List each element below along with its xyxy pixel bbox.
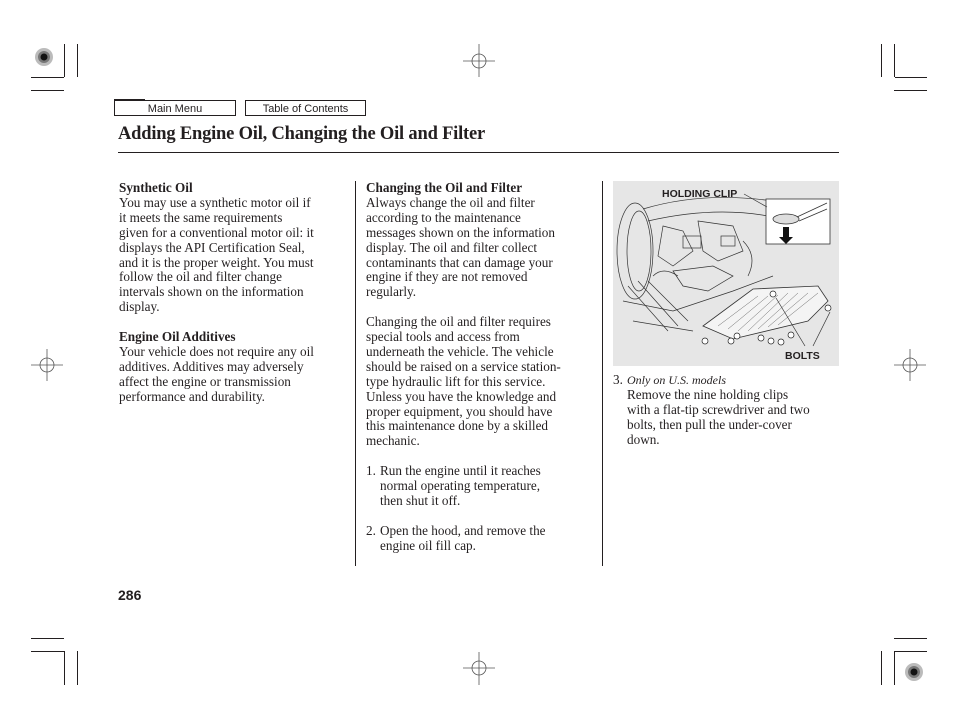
text-line: display. The oil and filter collect bbox=[366, 239, 538, 255]
text-line: affect the engine or transmission bbox=[119, 373, 291, 389]
page-title: Adding Engine Oil, Changing the Oil and … bbox=[118, 124, 486, 144]
title-rule bbox=[118, 152, 839, 153]
text-line: messages shown on the information bbox=[366, 224, 555, 240]
additives-paragraph: Your vehicle does not require any oil ad… bbox=[119, 343, 351, 405]
bolts-label: BOLTS bbox=[785, 350, 820, 362]
model-note: Only on U.S. models bbox=[627, 373, 726, 387]
text-line: given for a conventional motor oil: it bbox=[119, 224, 314, 240]
step-number: 1. bbox=[366, 463, 376, 479]
holding-clip-label: HOLDING CLIP bbox=[662, 188, 738, 200]
text-line: follow the oil and filter change bbox=[119, 269, 282, 285]
section-heading-synthetic-oil: Synthetic Oil bbox=[119, 180, 193, 195]
text-line: according to the maintenance bbox=[366, 209, 521, 225]
under-cover-panel bbox=[702, 285, 829, 340]
text-line: Changing the oil and filter requires bbox=[366, 314, 551, 330]
text-line: Open the hood, and remove the bbox=[380, 522, 546, 538]
text-line: with a flat-tip screwdriver and two bbox=[627, 401, 810, 417]
vehicle-underside-drawing bbox=[616, 193, 832, 347]
text-line: type hydraulic lift for this service. bbox=[366, 373, 546, 389]
column-3: 3. Only on U.S. models Remove the nine h… bbox=[613, 372, 843, 448]
text-line: and it is the proper weight. You must bbox=[119, 254, 314, 270]
under-cover-illustration: HOLDING CLIP BOLTS bbox=[613, 181, 839, 366]
step-number: 3. bbox=[613, 372, 623, 387]
section-heading-engine-oil-additives: Engine Oil Additives bbox=[119, 329, 236, 345]
text-line: contaminants that can damage your bbox=[366, 254, 553, 270]
text-line: Unless you have the knowledge and bbox=[366, 388, 557, 404]
text-line: it meets the same requirements bbox=[119, 209, 283, 225]
paragraph-1: Always change the oil and filter accordi… bbox=[366, 194, 600, 300]
text-line: special tools and access from bbox=[366, 329, 520, 345]
text-line: regularly. bbox=[366, 284, 417, 300]
text-line: normal operating temperature, bbox=[380, 478, 541, 494]
main-menu-button[interactable]: Main Menu bbox=[114, 100, 236, 116]
text-line: displays the API Certification Seal, bbox=[119, 239, 305, 255]
page-number: 286 bbox=[118, 587, 142, 603]
text-line: bolts, then pull the under-cover bbox=[627, 416, 792, 432]
paragraph-2: Changing the oil and filter requires spe… bbox=[366, 314, 600, 449]
step-number: 2. bbox=[366, 522, 376, 538]
text-line: underneath the vehicle. The vehicle bbox=[366, 343, 554, 359]
column-1: Synthetic Oil You may use a synthetic mo… bbox=[119, 180, 351, 405]
text-line: should be raised on a service station- bbox=[366, 358, 561, 374]
step-1: 1. Run the engine until it reaches norma… bbox=[366, 463, 600, 509]
column-divider bbox=[602, 181, 603, 566]
text-line: You may use a synthetic motor oil if bbox=[119, 194, 311, 210]
section-heading-changing-oil-filter: Changing the Oil and Filter bbox=[366, 180, 523, 195]
text-line: proper equipment, you should have bbox=[366, 403, 553, 419]
text-line: performance and durability. bbox=[119, 388, 265, 404]
step-2: 2. Open the hood, and remove the engine … bbox=[366, 522, 600, 554]
text-line: additives. Additives may adversely bbox=[119, 358, 304, 374]
tire-outline bbox=[616, 202, 654, 300]
text-line: display. bbox=[119, 299, 160, 315]
column-divider bbox=[355, 181, 356, 566]
text-line: then shut it off. bbox=[380, 493, 461, 508]
table-of-contents-button[interactable]: Table of Contents bbox=[245, 100, 366, 116]
text-line: Always change the oil and filter bbox=[366, 194, 535, 210]
text-line: Your vehicle does not require any oil bbox=[119, 343, 314, 359]
text-line: engine if they are not removed bbox=[366, 269, 528, 285]
step-3: 3. Only on U.S. models Remove the nine h… bbox=[613, 372, 843, 448]
text-line: mechanic. bbox=[366, 433, 420, 449]
text-line: engine oil fill cap. bbox=[380, 537, 476, 553]
column-2: Changing the Oil and Filter Always chang… bbox=[366, 180, 600, 554]
text-line: Run the engine until it reaches bbox=[380, 463, 541, 479]
text-line: this maintenance done by a skilled bbox=[366, 418, 549, 434]
synthetic-oil-paragraph: You may use a synthetic motor oil if it … bbox=[119, 194, 351, 315]
text-line: down. bbox=[627, 431, 660, 447]
text-line: Remove the nine holding clips bbox=[627, 386, 789, 402]
text-line: intervals shown on the information bbox=[119, 284, 304, 300]
